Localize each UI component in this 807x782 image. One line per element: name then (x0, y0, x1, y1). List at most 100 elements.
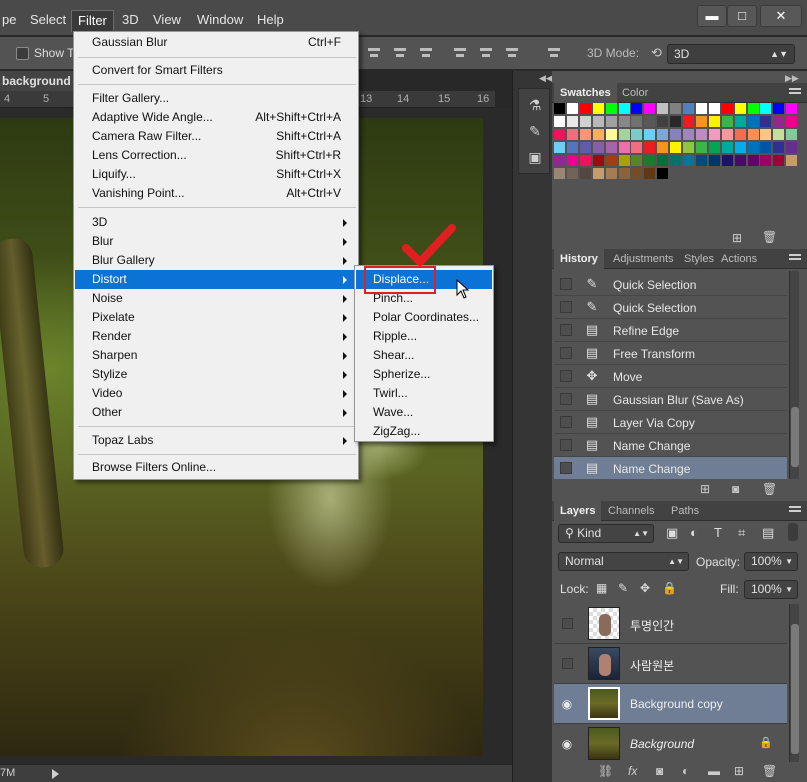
swatch[interactable] (695, 103, 708, 115)
swatch[interactable] (773, 128, 786, 141)
swatch[interactable] (773, 141, 786, 154)
swatch[interactable] (773, 115, 786, 128)
menu-item-vanishing-point[interactable]: Vanishing Point... Alt+Ctrl+V (75, 184, 357, 203)
swatch[interactable] (695, 141, 708, 154)
history-scrollbar[interactable] (789, 271, 799, 479)
swatch[interactable] (786, 115, 799, 128)
scroll-thumb[interactable] (791, 624, 799, 754)
swatch[interactable] (670, 141, 683, 154)
swatch[interactable] (554, 141, 566, 154)
swatch[interactable] (592, 115, 605, 128)
swatch[interactable] (631, 154, 644, 167)
trash-icon[interactable]: 🗑 (762, 482, 777, 496)
history-source-checkbox[interactable] (560, 370, 572, 382)
swatch[interactable] (721, 141, 734, 154)
swatch[interactable] (734, 128, 747, 141)
submenu-item-shear[interactable]: Shear... (356, 346, 492, 365)
swatch[interactable] (721, 154, 734, 167)
collapse-arrows-icon[interactable]: ◀◀ (539, 73, 553, 84)
link-layers-icon[interactable]: ⛓ (598, 764, 613, 778)
add-mask-icon[interactable]: ◙ (656, 764, 663, 778)
align-left-icon[interactable] (452, 45, 468, 61)
swatch[interactable] (605, 154, 618, 167)
swatch[interactable] (747, 128, 760, 141)
status-menu-arrow-icon[interactable] (52, 769, 59, 779)
menu-item-pixelate[interactable]: Pixelate (75, 308, 357, 327)
menu-item-render[interactable]: Render (75, 327, 357, 346)
swatch[interactable] (566, 115, 579, 128)
swatch[interactable] (657, 141, 670, 154)
swatch[interactable] (657, 154, 670, 167)
tab-styles[interactable]: Styles (678, 249, 720, 269)
align-top-icon[interactable] (366, 45, 382, 61)
lock-paint-icon[interactable]: ✎ (618, 581, 628, 595)
menu-3d[interactable]: 3D (116, 10, 145, 32)
swatch[interactable] (734, 103, 747, 115)
panel-menu-icon[interactable] (789, 506, 801, 516)
swatch[interactable] (618, 154, 631, 167)
menu-item-gaussian-blur[interactable]: Gaussian Blur Ctrl+F (75, 33, 357, 52)
lock-position-icon[interactable]: ✥ (640, 581, 650, 595)
swatch[interactable] (554, 154, 566, 167)
swatch[interactable] (605, 167, 618, 180)
swatch[interactable] (605, 128, 618, 141)
swatch[interactable] (579, 103, 592, 115)
visibility-toggle[interactable] (562, 658, 573, 669)
swatch[interactable] (760, 154, 773, 167)
swatch[interactable] (554, 167, 566, 180)
swatch[interactable] (657, 103, 670, 115)
swatch[interactable] (683, 154, 695, 167)
tab-swatches[interactable]: Swatches (554, 83, 617, 103)
history-item[interactable]: ✥ Move (554, 365, 787, 388)
swatch[interactable] (631, 141, 644, 154)
swatch[interactable] (579, 141, 592, 154)
swatch[interactable] (683, 115, 695, 128)
swatch[interactable] (670, 154, 683, 167)
scroll-thumb[interactable] (791, 407, 799, 467)
swatch[interactable] (657, 115, 670, 128)
swatch[interactable] (566, 154, 579, 167)
swatch[interactable] (644, 128, 657, 141)
new-document-icon[interactable]: ⊞ (700, 482, 710, 496)
filter-shape-icon[interactable]: ⌗ (738, 525, 745, 541)
history-item[interactable]: ✎ Quick Selection (554, 296, 787, 319)
layer-row[interactable]: 사람원본 (554, 644, 787, 684)
swatch[interactable] (773, 103, 786, 115)
maximize-button[interactable]: □ (727, 5, 757, 27)
swatch[interactable] (786, 141, 799, 154)
swatch[interactable] (592, 103, 605, 115)
distribute-icon[interactable] (546, 45, 562, 61)
trash-icon[interactable]: 🗑 (762, 230, 777, 244)
submenu-item-zigzag[interactable]: ZigZag... (356, 422, 492, 441)
history-item[interactable]: ▤ Name Change (554, 457, 787, 480)
menu-item-other[interactable]: Other (75, 403, 357, 422)
close-button[interactable]: ✕ (760, 5, 802, 27)
swatch[interactable] (605, 103, 618, 115)
filter-adjustment-icon[interactable]: ◐ (690, 525, 698, 540)
menu-item-browse-filters-online[interactable]: Browse Filters Online... (75, 458, 357, 477)
swatch[interactable] (631, 128, 644, 141)
submenu-item-twirl[interactable]: Twirl... (356, 384, 492, 403)
swatch[interactable] (579, 167, 592, 180)
adjustment-layer-icon[interactable]: ◐ (682, 764, 689, 778)
menu-item-stylize[interactable]: Stylize (75, 365, 357, 384)
swatch[interactable] (618, 141, 631, 154)
swatch[interactable] (786, 103, 799, 115)
history-source-checkbox[interactable] (560, 278, 572, 290)
swatch[interactable] (644, 167, 657, 180)
new-group-icon[interactable]: ▬ (708, 764, 720, 778)
filter-pixel-icon[interactable]: ▣ (666, 525, 678, 541)
swatch[interactable] (631, 115, 644, 128)
history-source-checkbox[interactable] (560, 301, 572, 313)
document-tab[interactable]: background copy (0, 71, 75, 108)
swatch[interactable] (708, 128, 721, 141)
menu-item-sharpen[interactable]: Sharpen (75, 346, 357, 365)
layer-filter-select[interactable]: ⚲ Kind ▲▼ (558, 524, 654, 543)
adjust-tool-icon[interactable]: ⚗ (527, 97, 543, 113)
menu-item-convert-smart-filters[interactable]: Convert for Smart Filters (75, 61, 357, 80)
menu-window[interactable]: Window (191, 10, 249, 32)
submenu-item-ripple[interactable]: Ripple... (356, 327, 492, 346)
swatch[interactable] (657, 167, 670, 180)
swatch[interactable] (747, 103, 760, 115)
swatch[interactable] (760, 115, 773, 128)
